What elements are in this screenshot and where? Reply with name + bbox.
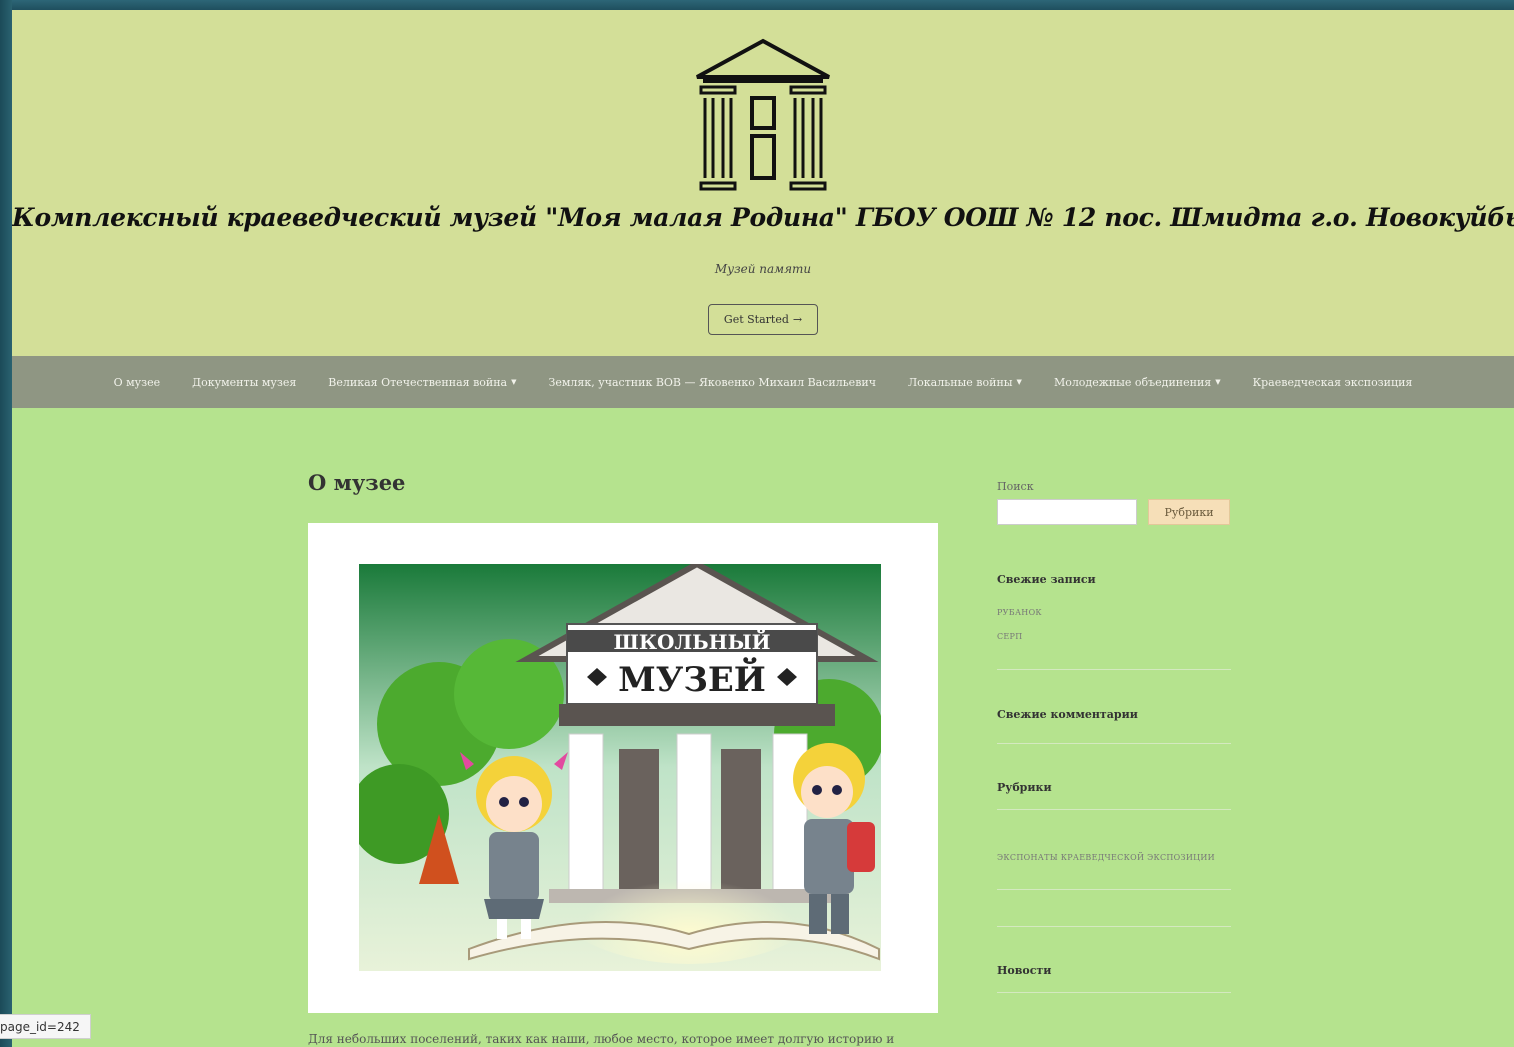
category-link[interactable]: ЭКСПОНАТЫ КРАЕВЕДЧЕСКОЙ ЭКСПОЗИЦИИ [997, 853, 1215, 862]
nav-item-label: Молодежные объединения [1053, 375, 1212, 389]
site-header: Комплексный краеведческий музей "Моя мал… [12, 10, 1514, 356]
nav-item-label: Документы музея [192, 375, 297, 389]
nav-item-label: О музее [113, 375, 161, 389]
nav-item-great-patriotic-war[interactable]: Великая Отечественная война ▼ [328, 376, 516, 389]
site-title[interactable]: Комплексный краеведческий музей "Моя мал… [12, 203, 1514, 232]
nav-item-about[interactable]: О музее [114, 376, 161, 389]
recent-posts-title: Свежие записи [997, 573, 1096, 586]
widget-divider [997, 809, 1231, 810]
widget-divider [997, 926, 1231, 927]
dropdown-caret-icon: ▼ [1016, 378, 1022, 386]
get-started-label: Get Started [723, 313, 789, 326]
museum-logo-icon[interactable] [695, 38, 831, 194]
nav-item-label: Земляк, участник ВОВ — Яковенко Михаил В… [548, 375, 876, 389]
nav-item-label: Великая Отечественная война [328, 375, 508, 389]
widget-divider [997, 992, 1231, 993]
nav-item-local-history[interactable]: Краеведческая экспозиция [1253, 376, 1413, 389]
widget-divider [997, 669, 1231, 670]
news-title: Новости [997, 964, 1052, 977]
entry-paragraph: Для небольших поселений, таких как наши,… [308, 1032, 895, 1046]
widget-divider [997, 889, 1231, 890]
recent-comments-title: Свежие комментарии [997, 708, 1138, 721]
main-navigation: О музее Документы музея Великая Отечеств… [12, 356, 1514, 408]
dropdown-caret-icon: ▼ [1215, 378, 1221, 386]
search-button[interactable]: Рубрики [1148, 499, 1230, 525]
page-frame: Комплексный краеведческий музей "Моя мал… [12, 10, 1514, 1047]
widget-divider [997, 743, 1231, 744]
status-bar-url: page_id=242 [0, 1014, 91, 1039]
nav-item-local-wars[interactable]: Локальные войны ▼ [908, 376, 1022, 389]
get-started-button[interactable]: Get Started → [708, 304, 818, 335]
recent-post-link[interactable]: РУБАНОК [997, 608, 1042, 617]
dropdown-caret-icon: ▼ [511, 378, 517, 386]
featured-image: ШКОЛЬНЫЙ МУЗЕЙ [308, 523, 938, 1013]
recent-post-link[interactable]: СЕРП [997, 632, 1023, 641]
nav-item-youth[interactable]: Молодежные объединения ▼ [1054, 376, 1221, 389]
sign-line1: ШКОЛЬНЫЙ [614, 628, 771, 654]
search-input[interactable] [997, 499, 1137, 525]
search-label: Поиск [997, 480, 1034, 493]
school-museum-illustration: ШКОЛЬНЫЙ МУЗЕЙ [359, 564, 881, 971]
window-top-border [0, 0, 1514, 10]
site-tagline: Музей памяти [714, 262, 812, 276]
nav-item-label: Локальные войны [908, 375, 1013, 389]
nav-item-label: Краеведческая экспозиция [1252, 375, 1413, 389]
window-left-edge [0, 0, 12, 1047]
categories-title: Рубрики [997, 781, 1052, 794]
nav-item-documents[interactable]: Документы музея [192, 376, 296, 389]
arrow-right-icon: → [792, 313, 803, 326]
nav-item-veteran[interactable]: Земляк, участник ВОВ — Яковенко Михаил В… [549, 376, 876, 389]
page-title: О музее [308, 470, 406, 495]
sign-line2: МУЗЕЙ [618, 657, 766, 700]
